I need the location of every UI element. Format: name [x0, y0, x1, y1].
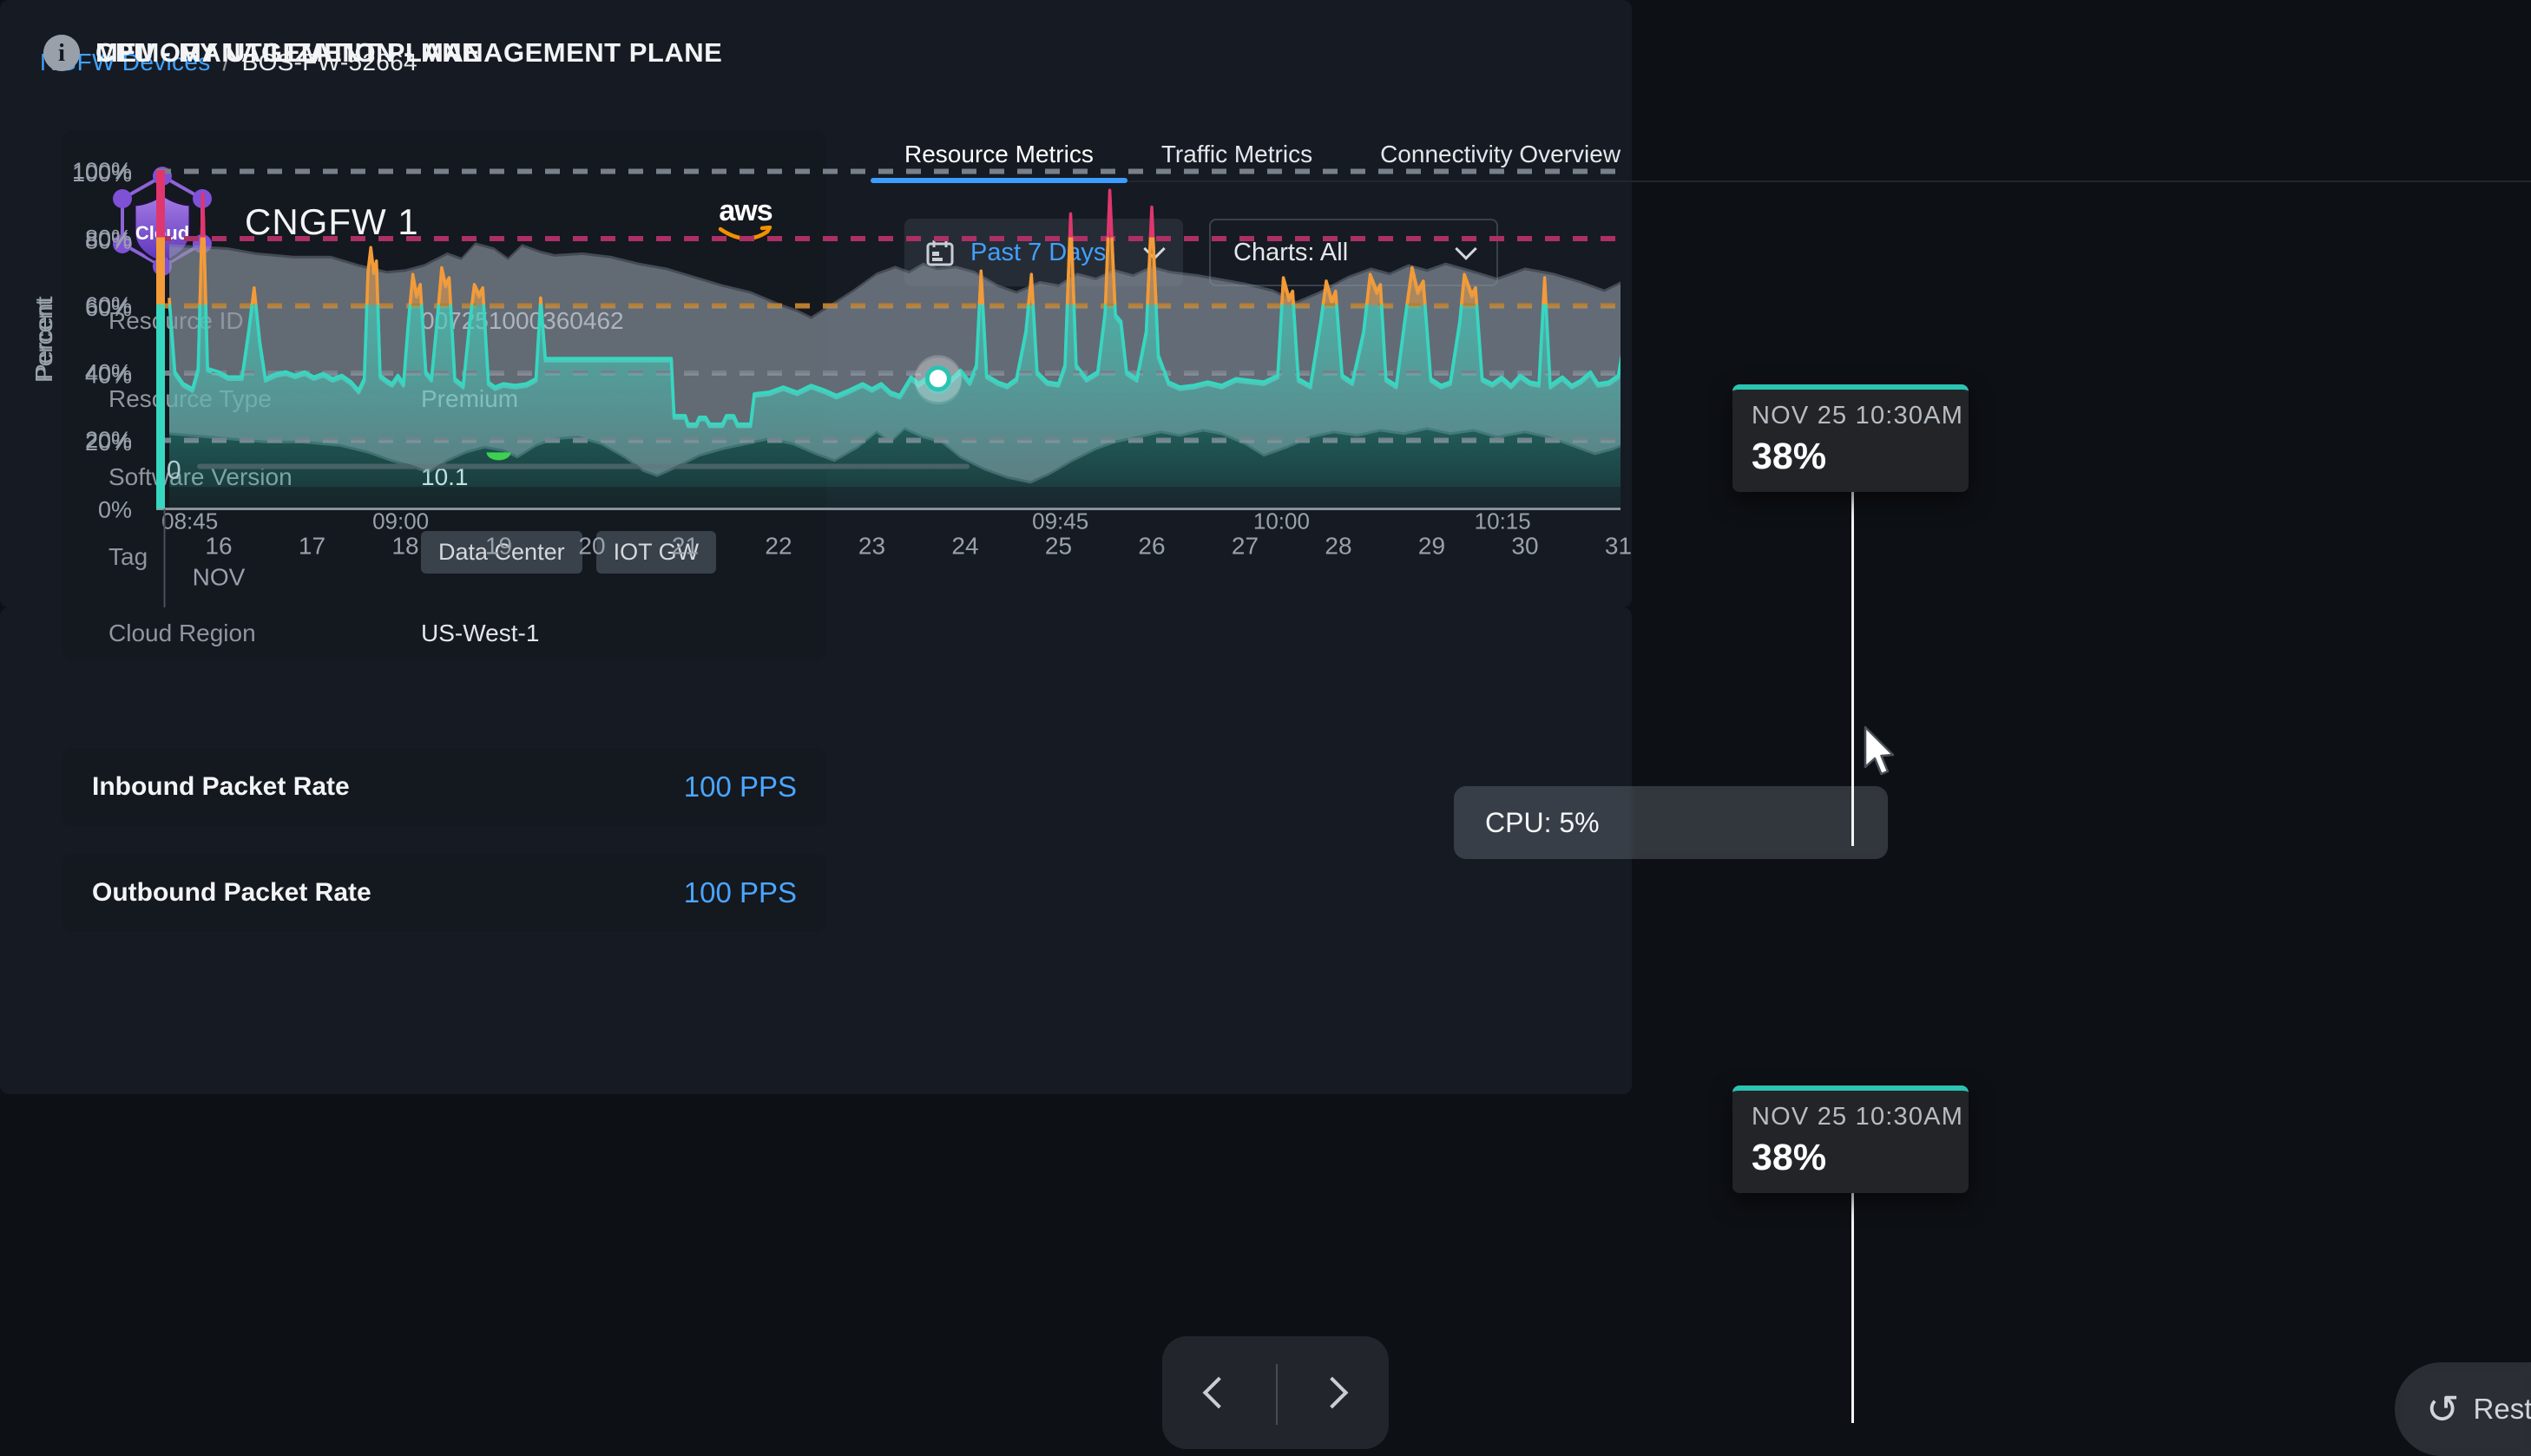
- next-chart-button[interactable]: [1276, 1336, 1390, 1449]
- x-day-label: 28: [1325, 533, 1351, 560]
- crosshair-line-cpu: [1851, 490, 1854, 846]
- restart-button[interactable]: ↺ Restart: [2395, 1362, 2531, 1456]
- field-cloud-region: Cloud RegionUS-West-1: [108, 620, 786, 647]
- memory-management-plane-chart-card: 100%80%60%40%20%0%Percent08:4509:0009:45…: [0, 607, 1632, 1094]
- inbound-packet-rate-label: Inbound Packet Rate: [92, 772, 350, 802]
- chevron-right-icon: [1316, 1377, 1348, 1409]
- x-month-label: NOV: [193, 564, 246, 591]
- restart-label: Restart: [2474, 1393, 2531, 1426]
- x-day-label: 26: [1138, 533, 1165, 560]
- chart-carousel: [1162, 1336, 1389, 1449]
- x-time-label: 09:00: [372, 508, 429, 535]
- x-day-label: 17: [299, 533, 325, 560]
- x-day-label: 23: [858, 533, 885, 560]
- x-day-label: 24: [951, 533, 978, 560]
- carousel-divider: [1276, 1364, 1278, 1425]
- memory-crosshair-tooltip: NOV 25 10:30AM 38%: [1732, 1085, 1969, 1193]
- inbound-packet-rate-value: 100 PPS: [684, 771, 797, 803]
- x-day-label: 20: [578, 533, 605, 560]
- x-day-label: 29: [1418, 533, 1445, 560]
- cpu-hover-tooltip: CPU: 5%: [1454, 786, 1888, 859]
- x-day-label: 30: [1511, 533, 1538, 560]
- x-time-label: 08:45: [161, 508, 218, 535]
- mouse-cursor: [1863, 725, 1903, 781]
- crosshair-line-memory: [1851, 1191, 1854, 1423]
- x-day-label: 18: [391, 533, 418, 560]
- x-day-label: 31: [1605, 533, 1632, 560]
- inbound-packet-rate-card: Inbound Packet Rate 100 PPS: [62, 748, 826, 826]
- outbound-packet-rate-card: Outbound Packet Rate 100 PPS: [62, 854, 826, 932]
- tooltip-timestamp: NOV 25 10:30AM: [1752, 402, 1949, 430]
- cpu-crosshair-tooltip: NOV 25 10:30AM 38%: [1732, 384, 1969, 492]
- outbound-packet-rate-value: 100 PPS: [684, 876, 797, 909]
- x-day-label: 22: [765, 533, 792, 560]
- tooltip-timestamp: NOV 25 10:30AM: [1752, 1103, 1949, 1131]
- chevron-left-icon: [1203, 1377, 1235, 1409]
- outbound-packet-rate-label: Outbound Packet Rate: [92, 878, 371, 908]
- x-day-label: 16: [205, 533, 232, 560]
- x-day-label: 25: [1045, 533, 1072, 560]
- x-time-label: 10:15: [1475, 508, 1531, 535]
- restart-arrow-icon: ↺: [2426, 1389, 2460, 1429]
- x-day-label: 19: [485, 533, 512, 560]
- tooltip-value: 38%: [1752, 1137, 1949, 1179]
- tooltip-value: 38%: [1752, 436, 1949, 478]
- y-tick-label: 0%: [98, 497, 132, 523]
- x-time-label: 09:45: [1032, 508, 1088, 535]
- x-day-label: 27: [1232, 533, 1259, 560]
- x-day-label: 21: [672, 533, 699, 560]
- x-time-label: 10:00: [1253, 508, 1310, 535]
- previous-chart-button[interactable]: [1162, 1336, 1276, 1449]
